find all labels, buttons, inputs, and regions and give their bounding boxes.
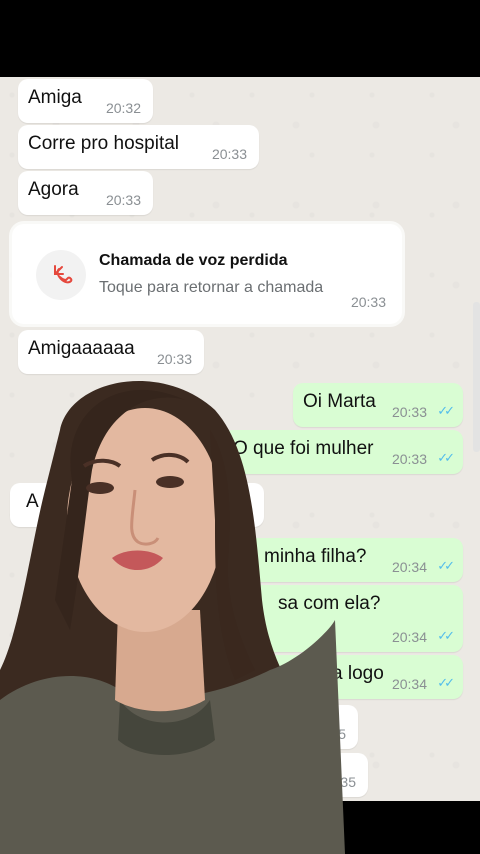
read-ticks-icon: ✓✓ — [437, 675, 455, 690]
top-black-bar — [0, 0, 480, 77]
message-time: 20:33 — [156, 351, 192, 367]
message-text: Corre pro hospital — [28, 133, 180, 154]
missed-call-card[interactable]: Chamada de voz perdida Toque para retorn… — [12, 224, 402, 324]
read-ticks-icon: ✓✓ — [437, 450, 455, 465]
read-ticks-icon: ✓✓ — [437, 558, 455, 573]
scroll-indicator[interactable] — [473, 302, 480, 452]
message-time: 20:34 — [391, 559, 427, 575]
message-time: 20:33 — [105, 192, 141, 208]
missed-call-icon — [36, 250, 86, 300]
message-incoming[interactable]: Amigaaaaaa 20:33 — [18, 330, 204, 374]
missed-call-title: Chamada de voz perdida — [99, 252, 288, 269]
message-time: 20:33 — [391, 451, 427, 467]
missed-call-subtitle: Toque para retornar a chamada — [99, 279, 324, 296]
message-time: 20:33 — [350, 294, 386, 310]
message-time: 20:34 — [391, 676, 427, 692]
message-time: 20:33 — [211, 146, 247, 162]
message-incoming[interactable]: Agora 20:33 — [18, 171, 153, 215]
message-time: 20:33 — [391, 404, 427, 420]
presenter-video-overlay — [0, 381, 345, 854]
message-text: Agora — [28, 179, 79, 200]
message-incoming[interactable]: Corre pro hospital 20:33 — [18, 125, 259, 169]
message-incoming[interactable]: Amiga 20:32 — [18, 79, 153, 123]
message-text: Amigaaaaaa — [28, 338, 135, 359]
message-text: Amiga — [28, 87, 82, 108]
read-ticks-icon: ✓✓ — [437, 628, 455, 643]
message-time: 20:34 — [391, 629, 427, 645]
read-ticks-icon: ✓✓ — [437, 403, 455, 418]
message-time: 20:32 — [105, 100, 141, 116]
